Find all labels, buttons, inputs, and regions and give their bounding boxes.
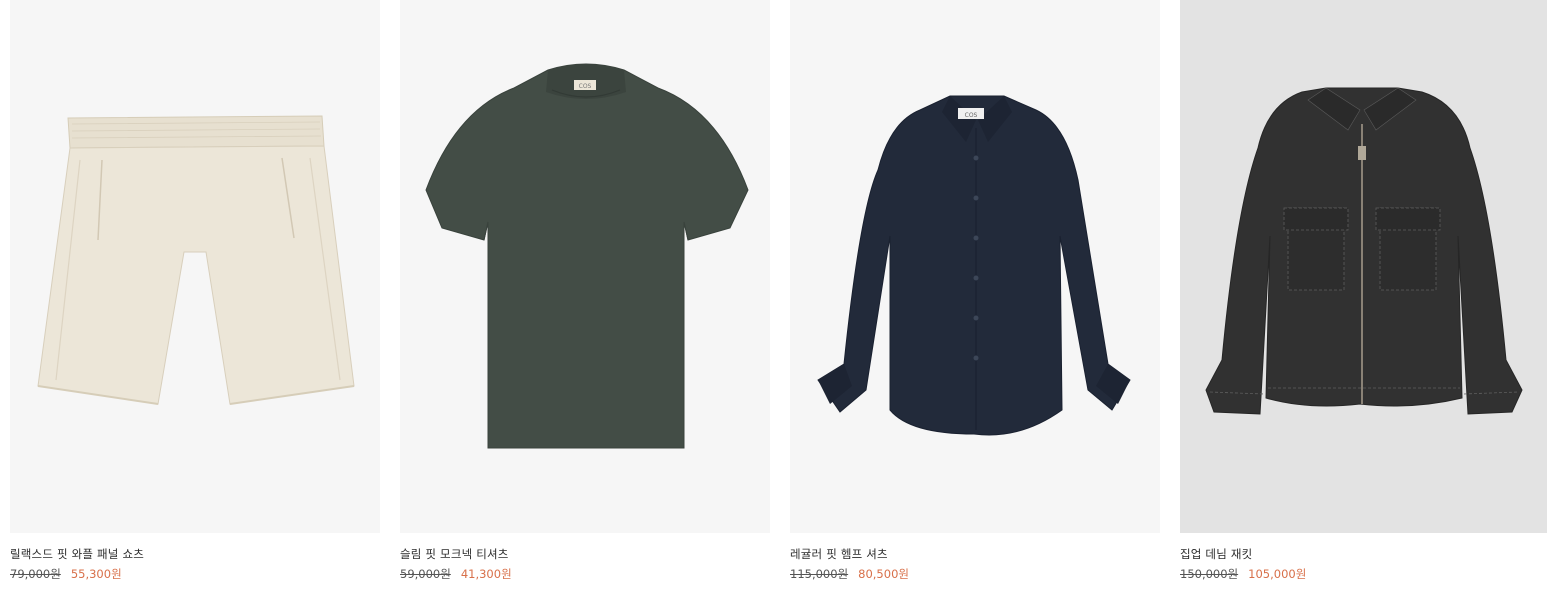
sale-price: 105,000원 [1248, 567, 1307, 581]
product-price: 115,000원 80,500원 [790, 566, 909, 582]
shorts-image [37, 115, 355, 405]
jacket-image [1205, 87, 1523, 415]
product-image-link[interactable] [1180, 0, 1547, 533]
svg-text:COS: COS [579, 83, 592, 90]
product-grid: 릴랙스드 핏 와플 패널 쇼츠 79,000원 55,300원 COS 슬림 핏 … [0, 0, 1547, 597]
product-name[interactable]: 레귤러 핏 헴프 셔츠 [790, 546, 888, 562]
product-name[interactable]: 릴랙스드 핏 와플 패널 쇼츠 [10, 546, 144, 562]
product-card[interactable]: 집업 데님 재킷 150,000원 105,000원 [1180, 0, 1547, 597]
product-name[interactable]: 슬림 핏 모크넥 티셔츠 [400, 546, 509, 562]
original-price: 79,000원 [10, 567, 61, 581]
sale-price: 80,500원 [858, 567, 909, 581]
sale-price: 41,300원 [460, 567, 512, 581]
product-card[interactable]: COS 슬림 핏 모크넥 티셔츠 59,000원 41,300원 [400, 0, 770, 597]
tshirt-image: COS [425, 63, 749, 449]
sale-price: 55,300원 [70, 567, 122, 581]
product-price: 79,000원 55,300원 [10, 566, 122, 582]
shirt-image: COS [817, 95, 1131, 436]
product-name[interactable]: 집업 데님 재킷 [1180, 546, 1252, 562]
original-price: 115,000원 [790, 567, 849, 581]
original-price: 59,000원 [400, 567, 451, 581]
product-image-link[interactable]: COS [400, 0, 770, 533]
product-card[interactable]: 릴랙스드 핏 와플 패널 쇼츠 79,000원 55,300원 [10, 0, 380, 597]
product-price: 59,000원 41,300원 [400, 566, 512, 582]
product-image-link[interactable]: COS [790, 0, 1160, 533]
original-price: 150,000원 [1180, 567, 1239, 581]
product-card[interactable]: COS 레귤러 핏 헴프 셔츠 115,000원 80,500원 [790, 0, 1160, 597]
product-price: 150,000원 105,000원 [1180, 566, 1306, 582]
svg-text:COS: COS [965, 112, 978, 119]
product-image-link[interactable] [10, 0, 380, 533]
